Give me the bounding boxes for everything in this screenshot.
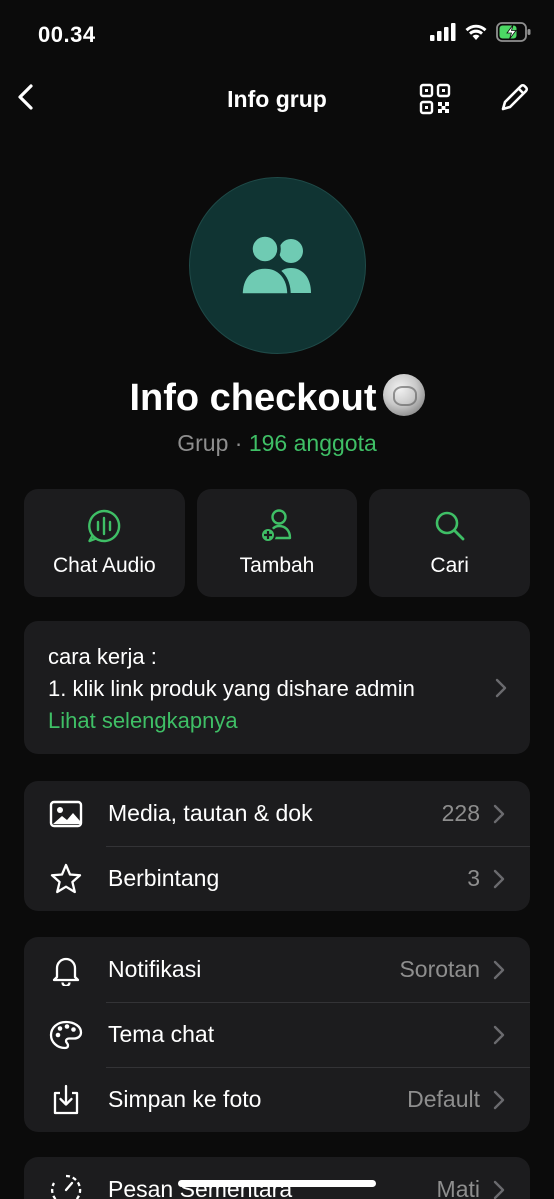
group-subtitle: Grup · 196 anggota [0, 430, 554, 457]
group-people-icon [238, 234, 311, 297]
notifications-label: Notifikasi [108, 956, 202, 982]
group-description-card[interactable]: cara kerja : 1. klik link produk yang di… [24, 621, 530, 754]
chevron-right-icon [493, 869, 505, 888]
chevron-right-icon [493, 960, 505, 979]
nav-bar: Info grup [0, 70, 554, 128]
action-buttons: Chat Audio Tambah Cari [24, 489, 531, 597]
group-name-text: Info checkout [129, 377, 377, 419]
media-label: Media, tautan & dok [108, 800, 313, 826]
disappearing-messages-section: Pesan Sementara Mati [24, 1157, 530, 1199]
image-icon [49, 800, 83, 827]
starred-messages-row[interactable]: Berbintang 3 [24, 846, 530, 911]
chevron-right-icon [493, 1025, 505, 1044]
media-links-docs-row[interactable]: Media, tautan & dok 228 [24, 781, 530, 846]
starred-count: 3 [467, 865, 480, 891]
search-icon [435, 511, 465, 541]
download-icon [53, 1084, 79, 1114]
qr-code-icon[interactable] [418, 82, 452, 116]
notifications-row[interactable]: Notifikasi Sorotan [24, 937, 530, 1002]
chevron-right-icon [493, 804, 505, 823]
description-line-1: cara kerja : [48, 644, 157, 669]
save-to-photos-label: Simpan ke foto [108, 1086, 262, 1112]
wifi-icon [465, 24, 487, 40]
media-section: Media, tautan & dok 228 Berbintang 3 [24, 781, 530, 911]
add-member-icon [260, 509, 292, 543]
palette-icon [49, 1020, 83, 1049]
description-line-2: 1. klik link produk yang dishare admin [48, 676, 415, 701]
starred-label: Berbintang [108, 865, 220, 891]
chat-audio-label: Chat Audio [52, 554, 156, 577]
home-indicator[interactable] [178, 1180, 376, 1187]
chat-theme-label: Tema chat [108, 1021, 215, 1047]
chat-theme-row[interactable]: Tema chat [24, 1002, 530, 1067]
status-bar: 00.34 [0, 0, 554, 70]
disappearing-messages-row[interactable]: Pesan Sementara Mati [24, 1157, 530, 1199]
disappearing-value: Mati [436, 1176, 480, 1199]
group-name: Info checkout [0, 374, 554, 420]
chat-audio-button[interactable]: Chat Audio [24, 489, 185, 597]
settings-section: Notifikasi Sorotan Tema chat Simpan ke f… [24, 937, 530, 1132]
save-to-photos-value: Default [407, 1086, 480, 1112]
cellular-signal-icon [430, 23, 456, 41]
chevron-right-icon [493, 1090, 505, 1109]
read-more-link[interactable]: Lihat selengkapnya [48, 705, 506, 737]
battery-charging-icon [496, 22, 531, 42]
star-icon [50, 863, 82, 893]
search-label: Cari [430, 554, 469, 577]
save-to-photos-row[interactable]: Simpan ke foto Default [24, 1067, 530, 1132]
page-title: Info grup [227, 86, 327, 112]
group-type: Grup [177, 430, 229, 456]
coin-emoji-icon [382, 374, 425, 416]
status-time: 00.34 [38, 22, 96, 47]
audio-chat-icon [88, 509, 121, 543]
timer-icon [51, 1174, 82, 1199]
group-avatar[interactable] [189, 177, 366, 354]
chevron-right-icon [493, 1180, 505, 1199]
notifications-value: Sorotan [399, 956, 480, 982]
member-count[interactable]: 196 anggota [249, 430, 377, 456]
status-icons [430, 22, 532, 42]
media-count: 228 [441, 800, 480, 826]
add-member-button[interactable]: Tambah [196, 489, 358, 597]
edit-pencil-icon[interactable] [496, 80, 532, 116]
search-button[interactable]: Cari [369, 489, 531, 597]
bell-icon [52, 957, 80, 986]
chevron-right-icon [495, 678, 507, 698]
subtitle-separator: · [228, 430, 249, 456]
add-member-label: Tambah [239, 554, 315, 577]
